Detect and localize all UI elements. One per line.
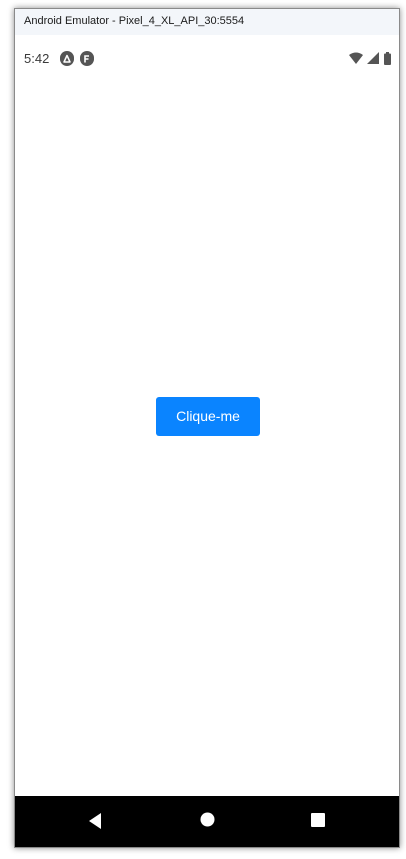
cell-signal-icon [367,52,379,64]
back-icon[interactable] [87,812,103,830]
wifi-icon [349,52,363,64]
window-title: Android Emulator - Pixel_4_XL_API_30:555… [24,15,245,27]
app-content: Clique-me [15,73,399,797]
screen: Android Emulator - Pixel_4_XL_API_30:555… [0,0,406,859]
recents-icon[interactable] [311,813,325,827]
android-status-bar: 5:42 [15,45,399,73]
status-time: 5:42 [24,51,50,66]
app-notification-icon-f [80,51,94,66]
app-notification-icon-a [60,51,74,66]
clique-me-button[interactable]: Clique-me [156,397,260,436]
window-titlebar[interactable]: Android Emulator - Pixel_4_XL_API_30:555… [15,9,399,35]
home-icon[interactable] [200,812,215,827]
android-nav-bar [15,796,399,847]
emulator-window: Android Emulator - Pixel_4_XL_API_30:555… [14,8,400,848]
battery-icon [384,52,391,65]
